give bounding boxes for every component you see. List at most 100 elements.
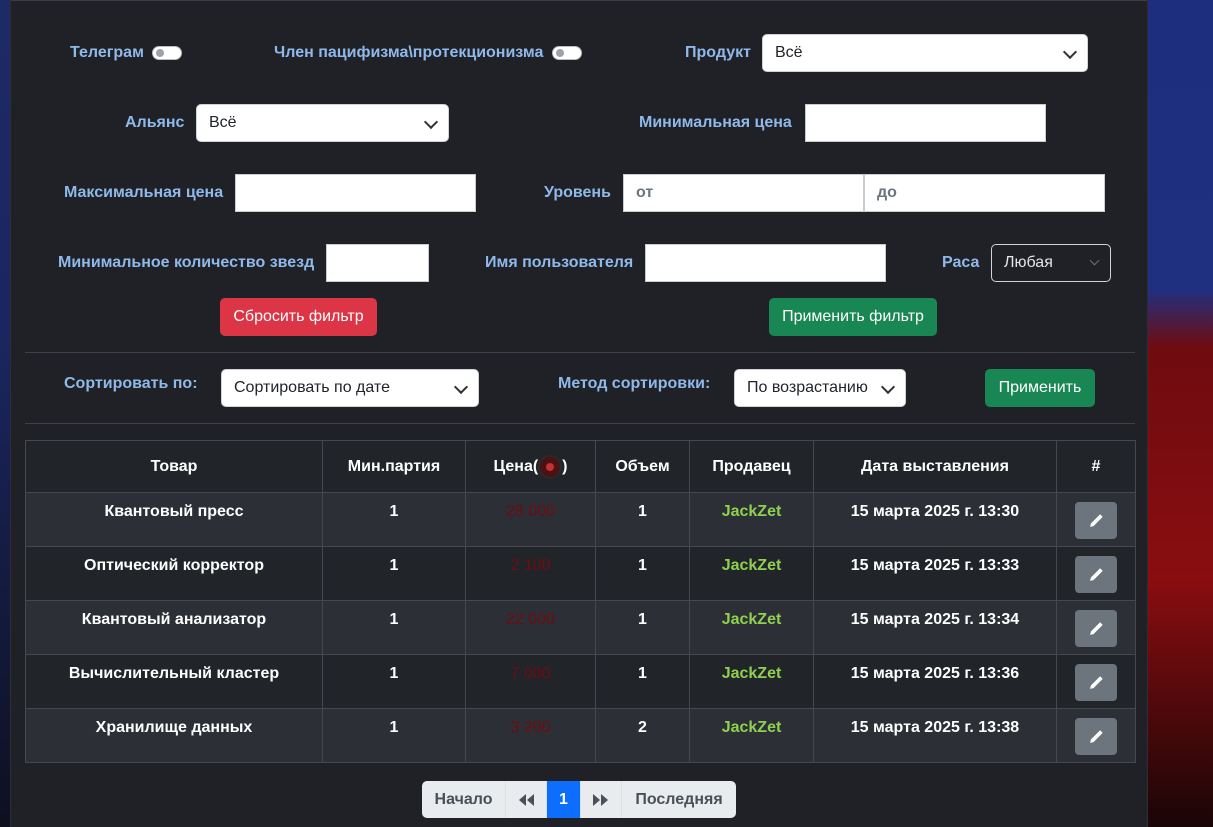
header-min-batch[interactable]: Мин.партия [322, 440, 466, 493]
cell-price: 2 100 [465, 546, 596, 601]
cell-min-batch: 1 [322, 546, 466, 601]
apply-filter-button[interactable]: Применить фильтр [769, 298, 937, 336]
edit-button[interactable] [1075, 610, 1117, 647]
pencil-icon [1090, 729, 1103, 743]
table-header-row: Товар Мин.партия Цена() Объем Продавец Д… [25, 440, 1136, 493]
cell-seller[interactable]: JackZet [689, 600, 814, 655]
cell-seller[interactable]: JackZet [689, 492, 814, 547]
cell-min-batch: 1 [322, 708, 466, 763]
chevron-down-icon [423, 114, 439, 130]
cell-seller[interactable]: JackZet [689, 654, 814, 709]
cell-volume: 1 [595, 600, 690, 655]
race-select[interactable]: Любая [991, 244, 1111, 282]
table-row: Квантовый пресс 1 28 000 1 JackZet 15 ма… [25, 492, 1136, 547]
header-price-prefix: Цена( [493, 457, 539, 475]
marketplace-panel: Телеграм Член пацифизма\протекционизма П… [10, 0, 1148, 827]
cell-price: 7 000 [465, 654, 596, 709]
cell-actions [1056, 600, 1136, 655]
product-select[interactable]: Всё [762, 34, 1088, 72]
min-price-label: Минимальная цена [639, 114, 792, 131]
cell-date: 15 марта 2025 г. 13:33 [813, 546, 1057, 601]
level-to-placeholder: до [877, 184, 897, 201]
level-from-input[interactable]: от [623, 174, 864, 212]
divider [25, 352, 1135, 353]
product-select-value: Всё [775, 44, 803, 61]
apply-sort-button[interactable]: Применить [985, 369, 1095, 407]
cell-seller[interactable]: JackZet [689, 708, 814, 763]
header-actions: # [1056, 440, 1136, 493]
sort-method-label: Метод сортировки: [558, 375, 711, 392]
double-chevron-right-icon [593, 793, 608, 806]
cell-item: Вычислительный кластер [25, 654, 323, 709]
edit-button[interactable] [1075, 502, 1117, 539]
cell-price: 28 000 [465, 492, 596, 547]
cell-item: Оптический корректор [25, 546, 323, 601]
level-label: Уровень [544, 184, 611, 201]
cell-min-batch: 1 [322, 654, 466, 709]
reset-filter-button[interactable]: Сбросить фильтр [220, 298, 377, 336]
pagination: Начало 1 Последняя [422, 781, 736, 818]
chevron-down-icon [1089, 255, 1100, 266]
sort-method-select[interactable]: По возрастанию [734, 369, 906, 407]
cell-date: 15 марта 2025 г. 13:30 [813, 492, 1057, 547]
alliance-label: Альянс [125, 114, 185, 131]
header-volume[interactable]: Объем [595, 440, 690, 493]
background-right [1148, 0, 1213, 827]
page-next-button[interactable] [581, 781, 622, 818]
level-to-input[interactable]: до [864, 174, 1105, 212]
header-price-suffix: ) [562, 457, 568, 475]
cell-price: 3 200 [465, 708, 596, 763]
cell-min-batch: 1 [322, 492, 466, 547]
edit-button[interactable] [1075, 718, 1117, 755]
product-label: Продукт [685, 44, 751, 61]
cell-volume: 1 [595, 654, 690, 709]
cell-date: 15 марта 2025 г. 13:38 [813, 708, 1057, 763]
header-price[interactable]: Цена() [465, 440, 596, 493]
cell-date: 15 марта 2025 г. 13:34 [813, 600, 1057, 655]
max-price-input[interactable] [235, 174, 476, 212]
cell-volume: 2 [595, 708, 690, 763]
coin-icon [538, 454, 563, 479]
divider [25, 423, 1135, 424]
username-input[interactable] [645, 244, 886, 282]
cell-volume: 1 [595, 492, 690, 547]
page-last-button[interactable]: Последняя [622, 781, 736, 818]
cell-item: Хранилище данных [25, 708, 323, 763]
min-price-input[interactable] [805, 104, 1046, 142]
sort-method-select-value: По возрастанию [747, 379, 868, 396]
header-item[interactable]: Товар [25, 440, 323, 493]
edit-button[interactable] [1075, 664, 1117, 701]
cell-actions [1056, 546, 1136, 601]
chevron-down-icon [880, 379, 896, 395]
table-row: Хранилище данных 1 3 200 2 JackZet 15 ма… [25, 708, 1136, 763]
pencil-icon [1090, 621, 1103, 635]
telegram-toggle[interactable] [152, 46, 182, 60]
pacifism-toggle[interactable] [552, 46, 582, 60]
min-stars-label: Минимальное количество звезд [58, 254, 315, 271]
level-from-placeholder: от [636, 184, 654, 201]
header-date[interactable]: Дата выставления [813, 440, 1057, 493]
page-prev-button[interactable] [506, 781, 547, 818]
edit-button[interactable] [1075, 556, 1117, 593]
alliance-select[interactable]: Всё [196, 104, 449, 142]
cell-price: 22 000 [465, 600, 596, 655]
top-divider [11, 0, 1147, 1]
cell-actions [1056, 654, 1136, 709]
cell-actions [1056, 708, 1136, 763]
page-current-button[interactable]: 1 [547, 781, 581, 818]
cell-date: 15 марта 2025 г. 13:36 [813, 654, 1057, 709]
page-first-button[interactable]: Начало [422, 781, 506, 818]
race-label: Раса [942, 254, 980, 271]
race-select-value: Любая [1004, 254, 1053, 271]
table-row: Оптический корректор 1 2 100 1 JackZet 1… [25, 546, 1136, 601]
min-stars-input[interactable] [326, 244, 429, 282]
listings-table: Товар Мин.партия Цена() Объем Продавец Д… [25, 440, 1136, 763]
pencil-icon [1090, 675, 1103, 689]
header-seller[interactable]: Продавец [689, 440, 814, 493]
pencil-icon [1090, 513, 1103, 527]
cell-seller[interactable]: JackZet [689, 546, 814, 601]
telegram-label: Телеграм [70, 44, 144, 61]
double-chevron-left-icon [519, 793, 534, 806]
sort-by-select[interactable]: Сортировать по дате [221, 369, 479, 407]
table-row: Квантовый анализатор 1 22 000 1 JackZet … [25, 600, 1136, 655]
